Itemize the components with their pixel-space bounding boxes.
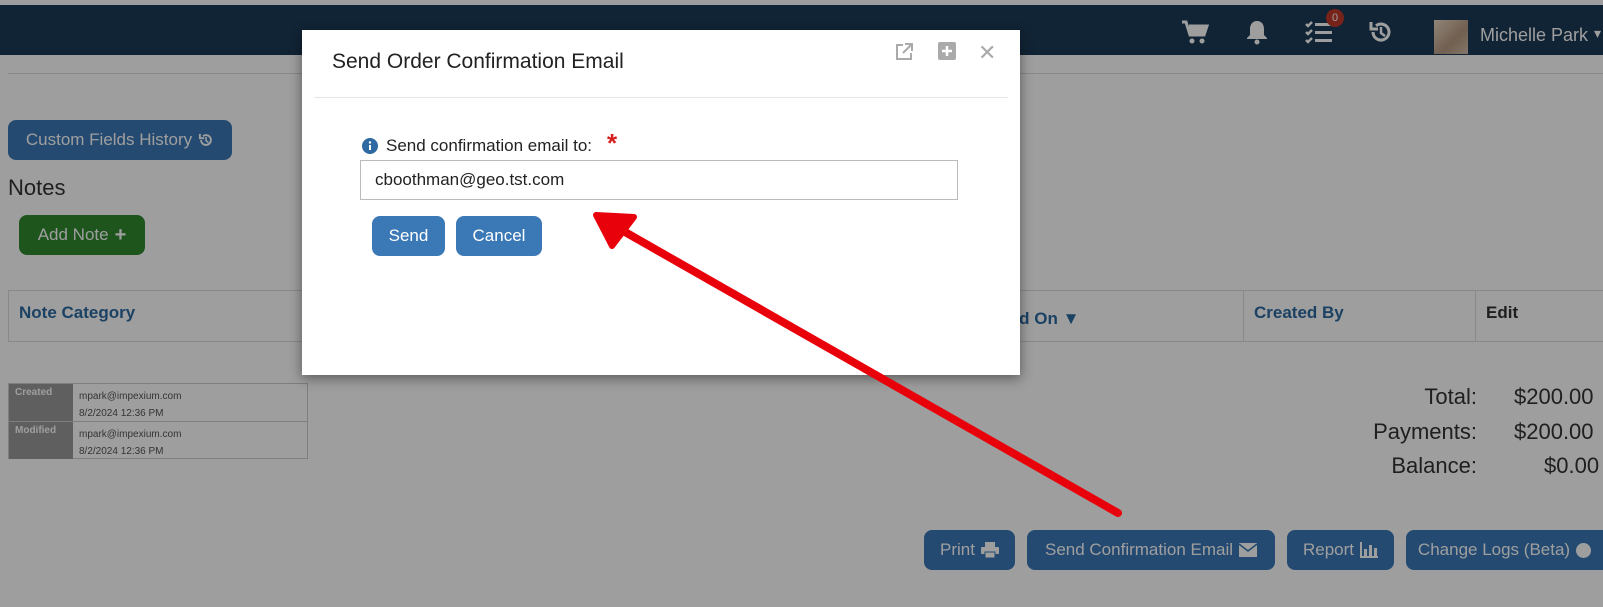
- annotation-arrow: [593, 212, 1122, 517]
